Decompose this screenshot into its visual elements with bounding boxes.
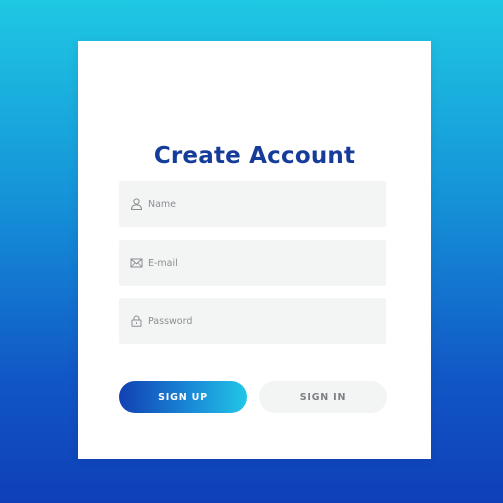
email-field[interactable] — [119, 240, 386, 286]
email-input[interactable] — [148, 240, 378, 286]
create-account-card: Create Account SIGN UP SIGN IN — [78, 41, 431, 459]
name-input[interactable] — [148, 181, 378, 227]
password-input[interactable] — [148, 298, 378, 344]
sign-in-button[interactable]: SIGN IN — [259, 381, 387, 413]
lock-icon — [131, 315, 142, 327]
envelope-icon — [130, 258, 143, 268]
password-field[interactable] — [119, 298, 386, 344]
name-field[interactable] — [119, 181, 386, 227]
user-icon — [130, 198, 143, 210]
sign-up-button[interactable]: SIGN UP — [119, 381, 247, 413]
page-title: Create Account — [153, 143, 356, 169]
